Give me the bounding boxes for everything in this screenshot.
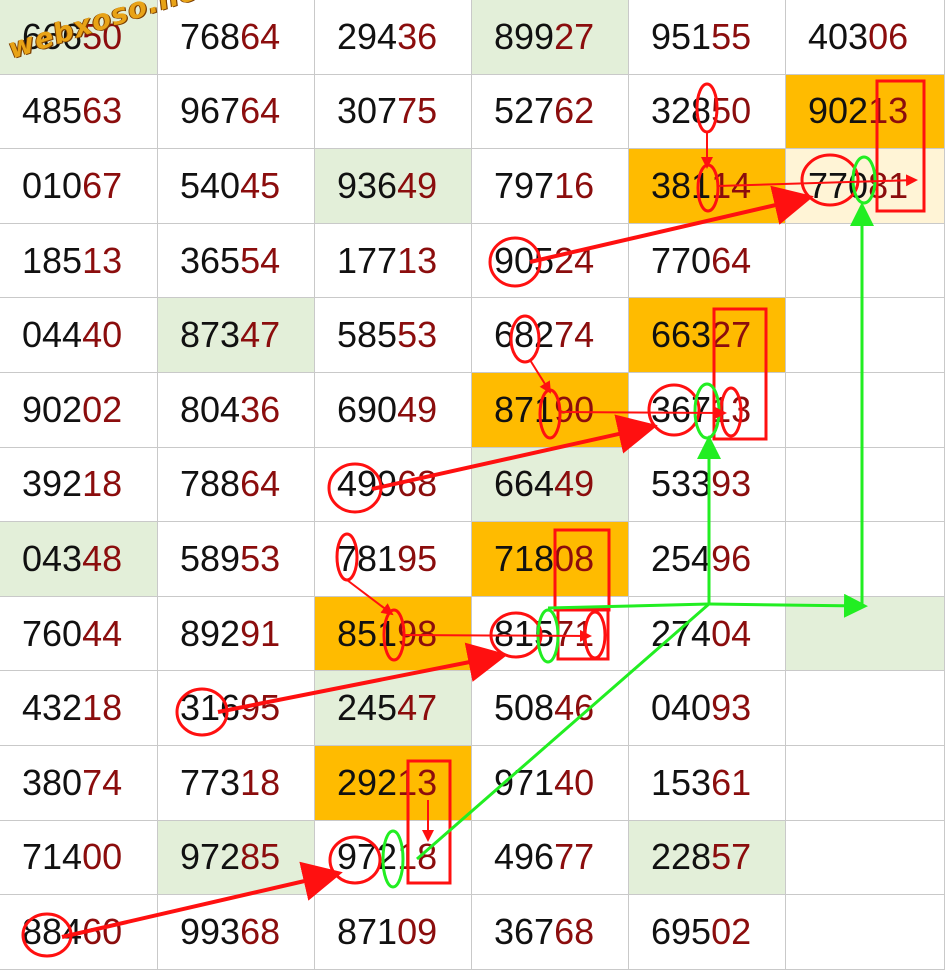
green-arrow <box>708 593 868 618</box>
red-thin-arrow <box>717 174 918 187</box>
red-circle <box>800 153 860 207</box>
red-circle <box>328 835 382 885</box>
green-arrow <box>547 602 710 610</box>
red-arrow <box>61 861 343 939</box>
red-oval <box>509 314 541 364</box>
red-arrow <box>529 185 814 264</box>
red-box <box>553 528 611 612</box>
red-box <box>875 79 926 213</box>
red-oval <box>382 608 406 662</box>
red-circle <box>647 383 701 437</box>
red-thin-arrow <box>403 629 592 642</box>
red-oval <box>335 532 359 582</box>
red-oval <box>696 163 720 213</box>
red-thin-arrow <box>559 406 727 419</box>
green-oval <box>851 155 877 205</box>
red-arrows <box>61 185 814 939</box>
red-arrow <box>217 642 508 714</box>
red-oval <box>538 388 562 440</box>
red-thin-arrow <box>346 579 394 616</box>
green-oval <box>381 829 405 889</box>
pattern-markup-overlay <box>21 79 926 958</box>
green-arrows <box>416 202 874 861</box>
green-arrow <box>416 435 721 861</box>
green-oval-markers <box>381 155 877 889</box>
red-oval <box>695 82 719 134</box>
red-thin-arrow <box>529 359 552 394</box>
red-arrow <box>371 414 658 491</box>
